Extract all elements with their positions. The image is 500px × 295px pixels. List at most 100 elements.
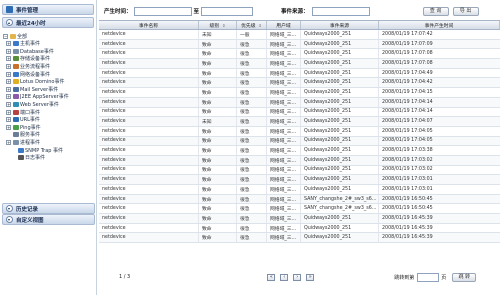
source-input[interactable] [311,6,370,16]
cell-priority: 很急 [237,78,267,88]
header-level[interactable]: 级别 ⇕ [199,21,237,29]
cell-event-time: 2008/01/19 17:07:42 [382,31,433,37]
table-row[interactable]: netdevice 致命 很急 网络域_三... SANY_changshe_2#_sw… [99,194,500,205]
expand-toggle-icon[interactable]: + [6,86,11,92]
event-manager-header[interactable]: 事件管理 [2,4,94,15]
table-row[interactable]: netdevice 致命 很急 网络域_三... Quidways2000_251 200… [99,88,500,98]
tree-item[interactable]: + J2EE AppServer事件 [3,93,95,101]
tree-item[interactable]: + Ping事件 [3,124,95,132]
cell-user-domain: 网络域_三... [267,68,301,78]
header-event-time[interactable]: 事件产生时间 [379,21,500,29]
cell-priority: 很急 [237,59,267,68]
expand-icon[interactable] [6,216,13,223]
expand-toggle-icon[interactable]: + [6,41,11,47]
first-page-icon[interactable]: « [267,273,276,281]
tree-item[interactable]: + 存储设备事件 [3,55,95,63]
cell-event-source: Quidways2000_251 [301,78,379,88]
tree-item[interactable]: + Web Server事件 [3,101,95,109]
cell-level: 致命 [199,194,237,204]
time-label: 产生时间： [104,9,132,15]
table-row[interactable]: netdevice 未知 很急 网络域_三... Quidways2000_251 200… [99,117,500,127]
cell-priority: 很急 [237,194,267,204]
start-time-input[interactable] [133,6,192,16]
table-row[interactable]: netdevice 致命 很急 网络域_三... Quidways2000_251 200… [99,97,500,108]
custom-view-header[interactable]: 自定义视图 [2,214,95,225]
header-event-source[interactable]: 事件来源 [301,21,379,29]
tree-item[interactable]: + 业务流程事件 [3,63,95,71]
sort-icon[interactable]: ⇕ [222,23,225,28]
tree-item[interactable]: + URL事件 [3,116,95,124]
table-row[interactable]: netdevice 致命 很急 网络域_三... Quidways2000_251 200… [99,136,500,147]
table-row[interactable]: netdevice 致命 很急 网络域_三... Quidways2000_251 200… [99,107,500,118]
goto-button[interactable]: 跳 转 [452,272,477,282]
cell-event-source: Quidways2000_251 [301,155,379,165]
table-row[interactable]: netdevice 致命 很急 网络域_三... Quidways2000_251 200… [99,146,500,156]
table-row[interactable]: netdevice 致命 很急 网络域_三... Quidways2000_251 200… [99,214,500,224]
table-row[interactable]: netdevice 致命 很急 网络域_三... Quidways2000_251 200… [99,175,500,185]
expand-toggle-icon[interactable]: + [6,71,11,77]
expand-toggle-icon[interactable]: + [6,109,11,115]
category-icon [17,155,24,161]
header-priority[interactable]: 优先级 ⇕ [237,21,267,29]
cell-event-source: Quidways2000_251 [301,88,379,97]
table-row[interactable]: netdevice 致命 很急 网络域_三... Quidways2000_251 200… [99,126,500,137]
expand-toggle-icon[interactable]: + [6,124,11,130]
tree-item[interactable]: + 主机事件 [3,40,95,48]
table-row[interactable]: netdevice 致命 很急 网络域_三... Quidways2000_251 200… [99,185,500,195]
table-row[interactable]: netdevice 致命 很急 网络域_三... Quidways2000_251 200… [99,49,500,60]
tree-item[interactable]: + 进程事件 [3,139,95,147]
last24-header[interactable]: 最近24小时 [2,17,94,28]
table-row[interactable]: netdevice 致命 很急 网络域_三... Quidways2000_251 200… [99,165,500,176]
header-user-domain[interactable]: 用户域 [267,21,301,29]
expand-toggle-icon[interactable]: + [6,56,11,62]
table-row[interactable]: netdevice 未知 一般 网络域_三... Quidways2000_251 200… [99,30,500,40]
cell-event-source: Quidways2000_251 [301,68,379,78]
export-button[interactable]: 导 出 [452,6,479,16]
tree-item[interactable]: + Mail Server事件 [3,86,95,94]
table-row[interactable]: netdevice 致命 很急 网络域_三... Quidways2000_251 200… [99,233,500,244]
header-event-name[interactable]: 事件名称 [99,21,199,29]
cell-user-domain: 网络域_三... [267,97,301,107]
prev-page-icon[interactable]: ‹ [280,273,289,281]
query-button[interactable]: 查 询 [422,6,449,16]
expand-toggle-icon[interactable]: + [6,94,11,100]
table-row[interactable]: netdevice 致命 很急 网络域_三... Quidways2000_251 200… [99,68,500,79]
table-row[interactable]: netdevice 致命 很急 网络域_三... Quidways2000_251 200… [99,223,500,234]
tree-item-label: URL事件 [20,117,40,124]
expand-toggle-icon[interactable]: + [6,140,11,146]
expand-toggle-icon[interactable]: + [6,117,11,123]
expand-icon[interactable] [6,205,13,212]
sort-icon[interactable]: ⇕ [259,23,262,28]
expand-toggle-icon[interactable]: + [6,64,11,70]
collapse-icon[interactable] [6,19,13,26]
table-row[interactable]: netdevice 致命 很急 网络域_三... Quidways2000_251 200… [99,155,500,166]
tree-item[interactable]: SNMP Trap 事件 [3,146,95,154]
cell-event-time: 2008/01/19 17:04:14 [382,99,433,105]
tree-root[interactable]: − 全部 [3,32,95,40]
tree-item[interactable]: 服务事件 [3,131,95,139]
table-row[interactable]: netdevice 致命 很急 网络域_三... Quidways2000_251 200… [99,39,500,50]
next-page-icon[interactable]: › [293,273,302,281]
table-row[interactable]: netdevice 致命 很急 网络域_三... Quidways2000_251 200… [99,78,500,89]
last-page-icon[interactable]: » [306,273,315,281]
expand-toggle-icon[interactable]: + [6,102,11,108]
tree-item[interactable]: 日志事件 [3,154,95,162]
tree-root-label: 全部 [17,33,28,40]
tree-item[interactable]: + 端口事件 [3,108,95,116]
goto-page-input[interactable] [417,272,440,282]
cell-priority: 很急 [237,204,267,214]
tree-item[interactable]: + Database事件 [3,48,95,56]
table-row[interactable]: netdevice 致命 很急 网络域_三... Quidways2000_251 200… [99,59,500,69]
table-row[interactable]: netdevice 致命 很急 网络域_三... SANY_changshe_2#_sw… [99,204,500,215]
expand-toggle-icon[interactable]: + [6,48,11,54]
expand-toggle-icon[interactable]: + [6,79,11,85]
cell-event-source: Quidways2000_251 [301,146,379,155]
tree-item[interactable]: + Lotus Domino事件 [3,78,95,86]
collapse-toggle-icon[interactable]: − [3,33,8,39]
tree-item[interactable]: + 网络设备事件 [3,70,95,78]
end-time-input[interactable] [201,6,254,16]
cell-event-name: netdevice [99,185,199,194]
page-unit-label: 页 [441,274,447,281]
filter-bar: 产生时间： 至 事件来源： 查 询 导 出 [99,4,500,18]
cell-priority: 很急 [237,165,267,175]
